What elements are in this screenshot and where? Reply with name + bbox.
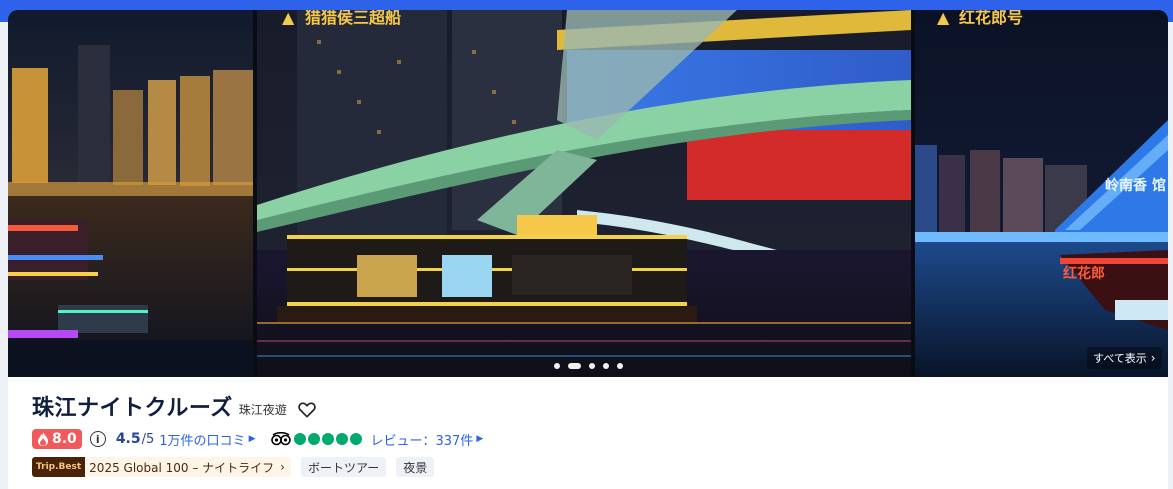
product-info: 珠江ナイトクルーズ 珠江夜遊 8.0 i 4.5 /5 1万件の口コミ ▶ レビ… bbox=[32, 390, 1152, 477]
chevron-right-icon: › bbox=[1150, 351, 1156, 365]
rating-value: 4.5 bbox=[115, 431, 141, 447]
pagination-dot[interactable] bbox=[617, 363, 623, 369]
award-label: 2025 Global 100 – ナイトライフ bbox=[89, 460, 275, 475]
tag-night-view[interactable]: 夜景 bbox=[396, 457, 435, 477]
tripadvisor-reviews-link[interactable]: レビュー：337件 bbox=[370, 430, 473, 449]
rating-bubble bbox=[350, 433, 363, 445]
gallery-image-right[interactable]: ▲ 红花郎号 岭南香 馆 红花郎 bbox=[915, 10, 1168, 377]
award-badge[interactable]: Trip.Best 2025 Global 100 – ナイトライフ › bbox=[32, 457, 291, 477]
tag-boat-tour[interactable]: ボートツアー bbox=[300, 457, 387, 477]
show-all-label: すべて表示 bbox=[1093, 352, 1147, 365]
rating-bubble bbox=[336, 433, 349, 445]
tripadvisor-bubble-rating bbox=[294, 433, 363, 445]
pagination-dot-active[interactable] bbox=[568, 363, 581, 369]
svg-text:▲: ▲ bbox=[937, 10, 950, 27]
gallery-image-left[interactable] bbox=[8, 10, 253, 377]
svg-text:▲: ▲ bbox=[282, 10, 295, 27]
trip-score-value: 8.0 bbox=[52, 431, 77, 447]
show-all-photos-button[interactable]: すべて表示 › bbox=[1087, 347, 1162, 369]
right-photo-boat-text: 红花郎 bbox=[1063, 265, 1105, 282]
gallery-pagination bbox=[554, 363, 623, 369]
page-subtitle: 珠江夜遊 bbox=[238, 403, 287, 417]
product-card: ▲ 猎猎侯三超船 ▲ 红花郎号 岭南香 馆 红花郎 すべて表示 › 珠江ナイトク… bbox=[8, 10, 1168, 489]
gallery-image-main[interactable]: ▲ 猎猎侯三超船 bbox=[257, 10, 911, 377]
info-icon[interactable]: i bbox=[89, 431, 106, 447]
trip-best-logo: Trip.Best bbox=[32, 457, 86, 477]
pagination-dot[interactable] bbox=[554, 363, 560, 369]
rating-max: /5 bbox=[141, 431, 155, 447]
tags-row: Trip.Best 2025 Global 100 – ナイトライフ › ボート… bbox=[32, 457, 1152, 477]
page-title: 珠江ナイトクルーズ bbox=[32, 396, 233, 421]
photo-gallery[interactable]: ▲ 猎猎侯三超船 ▲ 红花郎号 岭南香 馆 红花郎 すべて表示 › bbox=[8, 10, 1168, 377]
rating-bubble bbox=[294, 433, 307, 445]
tripadvisor-owl-icon bbox=[271, 432, 292, 446]
chevron-right-icon: › bbox=[280, 460, 285, 474]
rating-bubble bbox=[308, 433, 321, 445]
caret-right-icon: ▶ bbox=[476, 434, 484, 444]
main-photo-sign-text: 猎猎侯三超船 bbox=[305, 10, 401, 27]
rating-row: 8.0 i 4.5 /5 1万件の口コミ ▶ レビュー：337件 ▶ bbox=[32, 428, 1152, 450]
caret-right-icon: ▶ bbox=[248, 434, 256, 444]
pagination-dot[interactable] bbox=[589, 363, 595, 369]
right-photo-sign-text: 红花郎号 bbox=[959, 10, 1023, 27]
reviews-link[interactable]: 1万件の口コミ bbox=[159, 430, 245, 449]
trip-score-badge: 8.0 bbox=[32, 429, 82, 449]
rating-bubble bbox=[322, 433, 335, 445]
favorite-heart-icon[interactable] bbox=[297, 400, 317, 420]
right-photo-wall-text: 岭南香 馆 bbox=[1105, 177, 1166, 194]
flame-icon bbox=[38, 432, 48, 446]
pagination-dot[interactable] bbox=[603, 363, 609, 369]
